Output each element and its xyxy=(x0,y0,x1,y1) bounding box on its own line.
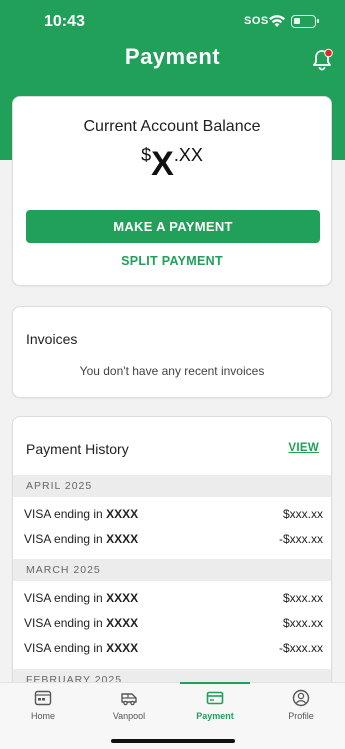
profile-icon xyxy=(292,689,310,707)
transaction-row[interactable]: VISA ending in XXXX $xxx.xx xyxy=(13,612,331,634)
tab-payment-label: Payment xyxy=(196,711,234,721)
transaction-label: VISA ending in xyxy=(24,507,107,521)
van-icon xyxy=(121,693,137,706)
status-time: 10:43 xyxy=(44,13,85,30)
transaction-amount: $xxx.xx xyxy=(282,616,323,630)
tab-payment[interactable]: Payment xyxy=(172,682,258,733)
transaction-amount: $xxx.xx xyxy=(282,507,323,521)
make-payment-button[interactable]: MAKE A PAYMENT xyxy=(26,210,320,243)
transaction-row[interactable]: VISA ending in XXXX $xxx.xx xyxy=(13,503,331,525)
card-number: XXXX xyxy=(106,641,139,655)
balance-cents: .XX xyxy=(173,145,203,165)
tab-vanpool[interactable]: Vanpool xyxy=(86,683,172,733)
transaction-row[interactable]: VISA ending in XXXX $xxx.xx xyxy=(13,587,331,609)
status-carrier: SOS xyxy=(244,15,269,27)
tab-profile[interactable]: Profile xyxy=(258,683,344,733)
home-icon xyxy=(34,690,52,706)
transaction-label: VISA ending in xyxy=(24,591,107,605)
transaction-label: VISA ending in xyxy=(24,616,107,630)
transaction-row[interactable]: VISA ending in XXXX -$xxx.xx xyxy=(13,637,331,659)
transaction-label: VISA ending in xyxy=(24,532,107,546)
balance-currency: $ xyxy=(141,145,152,165)
page-title: Payment xyxy=(124,44,221,69)
balance-label: Current Account Balance xyxy=(83,118,261,135)
balance-card: Current Account Balance $X.XX MAKE A PAY… xyxy=(12,96,332,286)
tab-home-label: Home xyxy=(30,711,55,721)
transaction-amount: -$xxx.xx xyxy=(278,641,323,655)
invoices-empty-message: You don't have any recent invoices xyxy=(79,364,265,378)
wifi-icon xyxy=(269,15,285,27)
split-payment-button[interactable]: SPLIT PAYMENT xyxy=(13,254,331,268)
view-history-link[interactable]: VIEW xyxy=(288,442,319,454)
invoices-title: Invoices xyxy=(26,331,78,347)
transaction-amount: $xxx.xx xyxy=(282,591,323,605)
battery-icon xyxy=(291,15,319,28)
payment-history-title: Payment History xyxy=(26,441,129,457)
card-number: XXXX xyxy=(106,532,139,546)
card-icon xyxy=(206,691,224,705)
month-header: APRIL 2025 xyxy=(13,475,331,497)
payment-history-card: Payment History VIEW APRIL 2025 VISA end… xyxy=(12,416,332,691)
status-bar: 10:43 SOS xyxy=(0,0,345,44)
month-header: MARCH 2025 xyxy=(13,559,331,581)
card-number: XXXX xyxy=(106,591,139,605)
tab-vanpool-label: Vanpool xyxy=(112,711,146,721)
card-number: XXXX xyxy=(106,616,139,630)
tab-home[interactable]: Home xyxy=(0,683,86,733)
tab-profile-label: Profile xyxy=(288,711,314,721)
home-indicator xyxy=(111,739,235,743)
transaction-label: VISA ending in xyxy=(24,641,107,655)
bell-icon[interactable] xyxy=(309,47,335,73)
transaction-amount: -$xxx.xx xyxy=(278,532,323,546)
invoices-card: Invoices You don't have any recent invoi… xyxy=(12,306,332,398)
transaction-row[interactable]: VISA ending in XXXX -$xxx.xx xyxy=(13,528,331,550)
balance-whole: X xyxy=(151,145,174,183)
card-number: XXXX xyxy=(106,507,139,521)
balance-amount: $X.XX xyxy=(13,145,331,184)
